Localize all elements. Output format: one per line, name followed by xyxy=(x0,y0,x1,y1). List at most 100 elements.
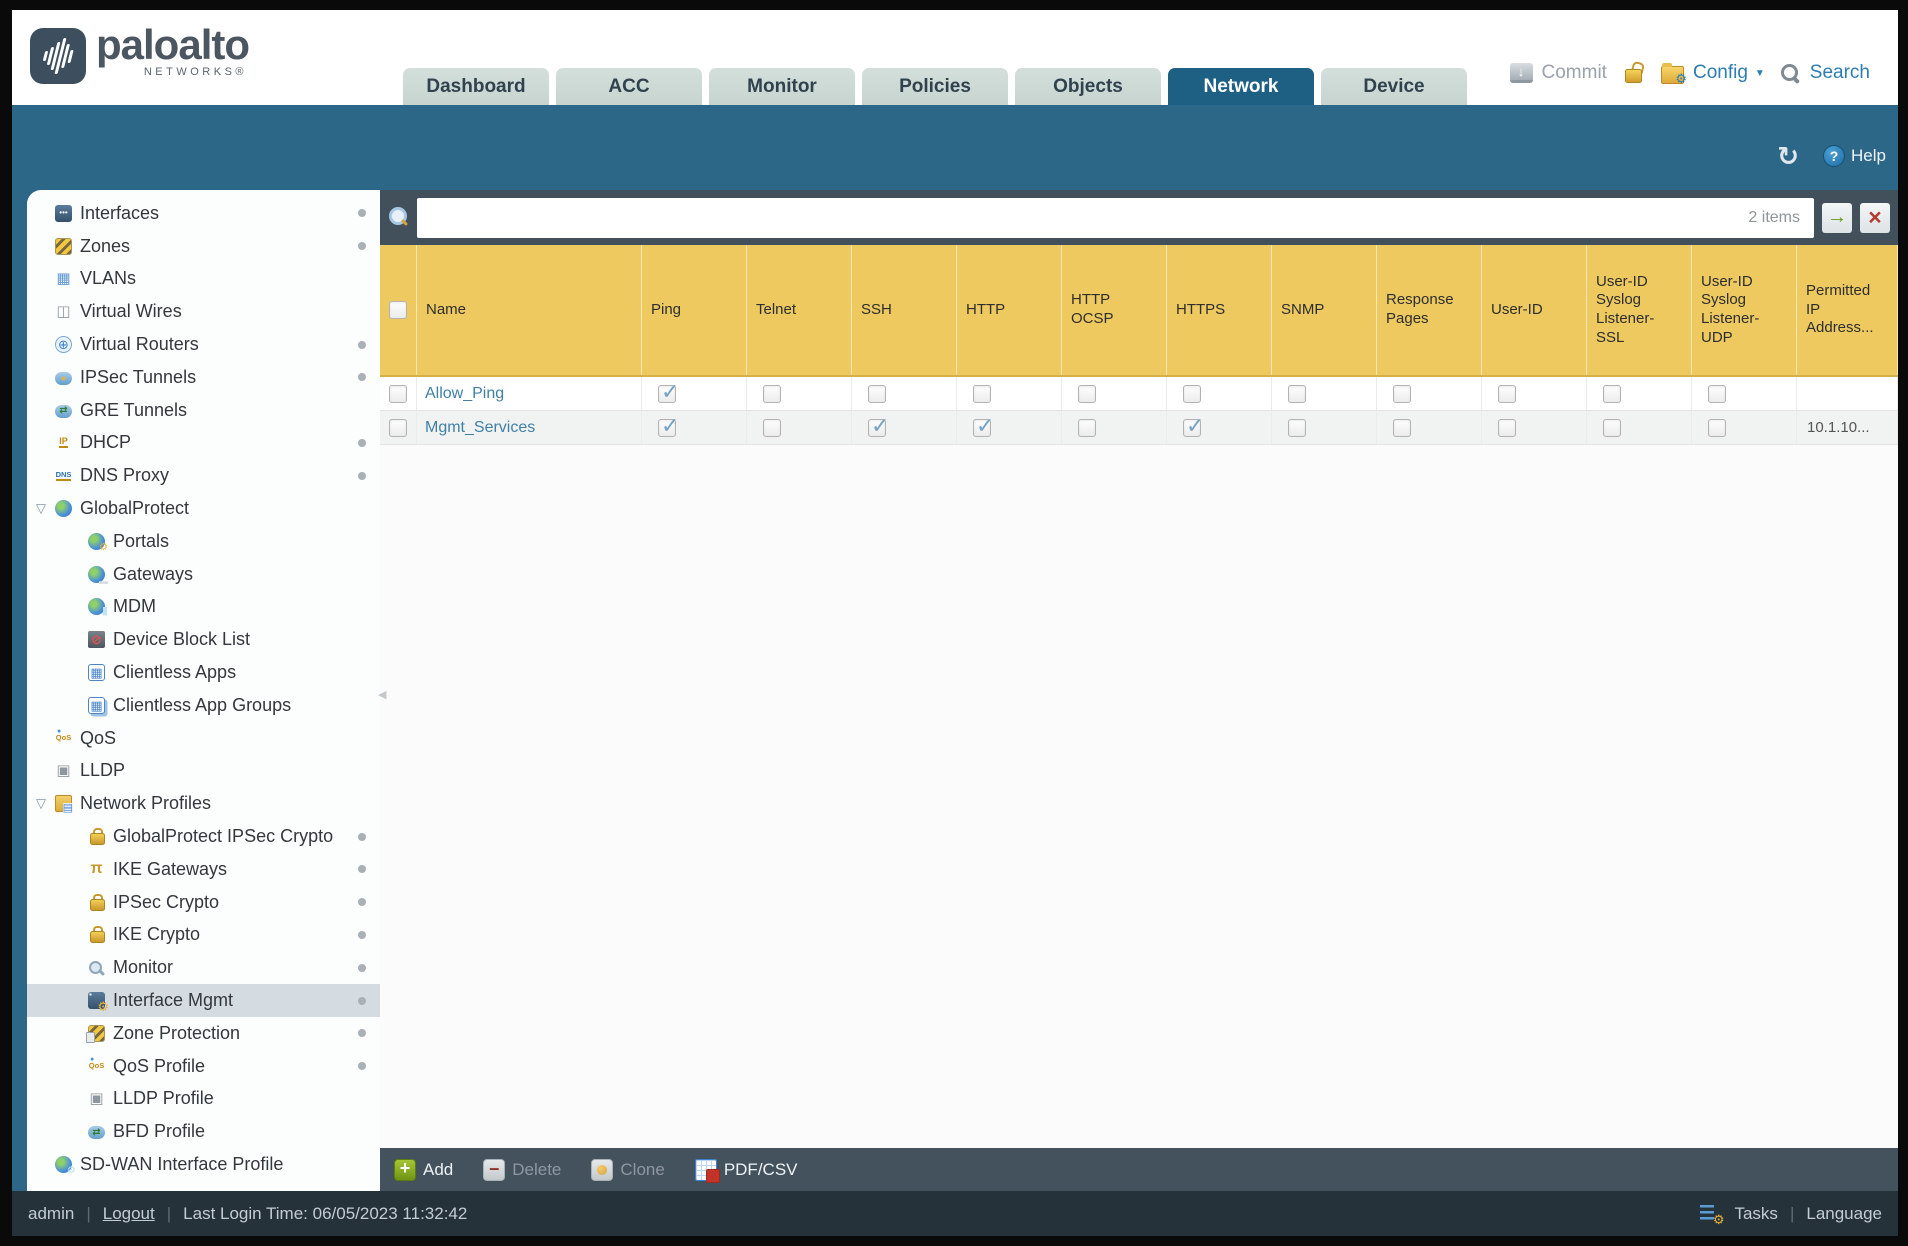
application-window: paloalto NETWORKS® Dashboard ACC Monitor Po… xyxy=(0,0,1908,1246)
pdf-csv-button[interactable]: PDF/CSV xyxy=(694,1158,798,1183)
expander-icon[interactable]: ▽ xyxy=(36,795,46,811)
sidebar-item-vlans[interactable]: VLANs xyxy=(27,263,380,296)
tasks-button[interactable]: Tasks xyxy=(1734,1204,1777,1224)
sidebar-item-gateways[interactable]: Gateways xyxy=(27,558,380,591)
row-checkbox[interactable] xyxy=(389,418,407,437)
tab-policies[interactable]: Policies xyxy=(862,68,1008,105)
row-checkbox[interactable] xyxy=(389,384,407,403)
config-dropdown-caret[interactable]: ▼ xyxy=(1755,68,1765,79)
svc-cell-http-ocsp xyxy=(1062,411,1167,444)
clientless-apps-icon xyxy=(88,664,105,682)
sidebar-item-network-profiles[interactable]: ▽ Network Profiles xyxy=(27,787,380,820)
paloalto-logo-icon xyxy=(30,28,86,84)
current-user: admin xyxy=(28,1203,75,1223)
sidebar-item-sd-wan-interface-profile[interactable]: SD-WAN Interface Profile xyxy=(27,1148,380,1181)
sidebar-item-label: Monitor xyxy=(113,957,174,978)
sidebar-item-ike-gateways[interactable]: IKE Gateways xyxy=(27,853,380,886)
item-dot-indicator xyxy=(358,865,366,874)
delete-button[interactable]: Delete xyxy=(483,1158,561,1181)
last-login-time: Last Login Time: 06/05/2023 11:32:42 xyxy=(183,1203,468,1223)
snmp-checkbox xyxy=(1288,384,1306,403)
sidebar-collapse-icon[interactable]: ◀ xyxy=(378,688,386,701)
row-name-link[interactable]: Allow_Ping xyxy=(425,385,504,403)
sidebar-item-interfaces[interactable]: Interfaces xyxy=(27,197,380,230)
sidebar-item-label: Portals xyxy=(113,530,170,551)
lock-icon[interactable] xyxy=(1624,62,1644,84)
refresh-icon[interactable]: ↻ xyxy=(1777,143,1799,169)
http-ocsp-checkbox xyxy=(1078,384,1096,403)
tab-device[interactable]: Device xyxy=(1321,68,1467,105)
commit-button[interactable]: Commit xyxy=(1542,62,1607,84)
sidebar-item-label: IPSec Crypto xyxy=(113,891,220,912)
expander-icon[interactable]: ▽ xyxy=(36,500,46,516)
select-all-checkbox[interactable] xyxy=(389,301,407,319)
row-name-link[interactable]: Mgmt_Services xyxy=(425,419,535,437)
help-label[interactable]: Help xyxy=(1851,146,1886,166)
snmp-checkbox xyxy=(1288,418,1306,437)
tab-monitor[interactable]: Monitor xyxy=(709,68,855,105)
col-header-response-pages: Response Pages xyxy=(1377,245,1482,375)
apply-filter-button[interactable]: → xyxy=(1822,202,1852,233)
sidebar-item-lldp-profile[interactable]: LLDP Profile xyxy=(27,1083,380,1116)
search-button[interactable]: Search xyxy=(1810,62,1870,84)
tab-objects[interactable]: Objects xyxy=(1015,68,1161,105)
sidebar-item-clientless-app-groups[interactable]: Clientless App Groups xyxy=(27,689,380,722)
sidebar-item-globalprotect[interactable]: ▽ GlobalProtect xyxy=(27,492,380,525)
tab-network[interactable]: Network xyxy=(1168,68,1314,105)
sidebar-item-device-block-list[interactable]: Device Block List xyxy=(27,623,380,656)
https-checkbox xyxy=(1183,384,1201,403)
sidebar-item-bfd-profile[interactable]: BFD Profile xyxy=(27,1115,380,1148)
table-row-allow-ping[interactable]: Allow_Ping xyxy=(380,377,1898,411)
user-id-checkbox xyxy=(1498,384,1516,403)
logout-link[interactable]: Logout xyxy=(103,1204,155,1224)
sidebar-item-lldp[interactable]: LLDP xyxy=(27,755,380,788)
sidebar-item-label: GRE Tunnels xyxy=(80,399,188,420)
toolbar-button-label: Add xyxy=(423,1159,454,1179)
sidebar-item-clientless-apps[interactable]: Clientless Apps xyxy=(27,656,380,689)
add-button[interactable]: Add xyxy=(394,1158,454,1181)
sidebar-item-label: IKE Crypto xyxy=(113,924,201,945)
sidebar-item-ipsec-crypto[interactable]: IPSec Crypto xyxy=(27,886,380,919)
col-header-user-id: User-ID xyxy=(1482,245,1587,375)
portals-icon xyxy=(88,532,108,553)
sidebar-item-gre-tunnels[interactable]: GRE Tunnels xyxy=(27,394,380,427)
sidebar-item-label: Network Profiles xyxy=(80,793,212,814)
sidebar-item-dns-proxy[interactable]: DNS Proxy xyxy=(27,459,380,492)
sidebar-item-interface-mgmt[interactable]: Interface Mgmt xyxy=(27,984,380,1017)
clear-filter-button[interactable]: × xyxy=(1860,202,1890,233)
device-block-list-icon xyxy=(88,631,105,649)
help-icon[interactable]: ? xyxy=(1823,145,1846,167)
telnet-checkbox xyxy=(763,418,781,437)
clone-button[interactable]: Clone xyxy=(591,1158,665,1181)
sidebar-item-zones[interactable]: Zones xyxy=(27,230,380,263)
sidebar-item-monitor[interactable]: Monitor xyxy=(27,951,380,984)
lock-icon xyxy=(88,926,105,944)
sidebar-item-dhcp[interactable]: DHCP xyxy=(27,427,380,460)
item-dot-indicator xyxy=(358,898,366,907)
item-dot-indicator xyxy=(358,373,366,382)
sidebar-item-zone-protection[interactable]: Zone Protection xyxy=(27,1017,380,1050)
tab-dashboard[interactable]: Dashboard xyxy=(403,68,549,105)
tab-acc[interactable]: ACC xyxy=(556,68,702,105)
config-button[interactable]: Config xyxy=(1693,62,1748,84)
svc-cell-response-pages xyxy=(1377,377,1482,410)
language-button[interactable]: Language xyxy=(1806,1204,1882,1224)
gre-tunnels-icon xyxy=(55,404,72,418)
lldp-icon xyxy=(55,762,72,779)
sidebar-item-qos-profile[interactable]: QoS Profile xyxy=(27,1050,380,1083)
sidebar-item-ike-crypto[interactable]: IKE Crypto xyxy=(27,919,380,952)
sidebar-item-qos[interactable]: QoS xyxy=(27,722,380,755)
sidebar-item-label: MDM xyxy=(113,596,156,617)
sidebar-item-portals[interactable]: Portals xyxy=(27,525,380,558)
sidebar-item-label: LLDP xyxy=(80,760,126,781)
config-icon xyxy=(1660,62,1687,87)
sidebar-item-virtual-wires[interactable]: Virtual Wires xyxy=(27,295,380,328)
sidebar-item-mdm[interactable]: MDM xyxy=(27,591,380,624)
table-row-mgmt-services[interactable]: Mgmt_Services 10.1.10... xyxy=(380,411,1898,445)
col-header-ping: Ping xyxy=(642,245,747,375)
search-input[interactable] xyxy=(427,197,1749,238)
sidebar-item-ipsec-tunnels[interactable]: IPSec Tunnels xyxy=(27,361,380,394)
sidebar-item-globalprotect-ipsec-crypto[interactable]: GlobalProtect IPSec Crypto xyxy=(27,820,380,853)
table-header-row: Name Ping Telnet SSH HTTP HTTP OCSP HTTPS SNMP R… xyxy=(380,245,1898,377)
sidebar-item-virtual-routers[interactable]: Virtual Routers xyxy=(27,328,380,361)
